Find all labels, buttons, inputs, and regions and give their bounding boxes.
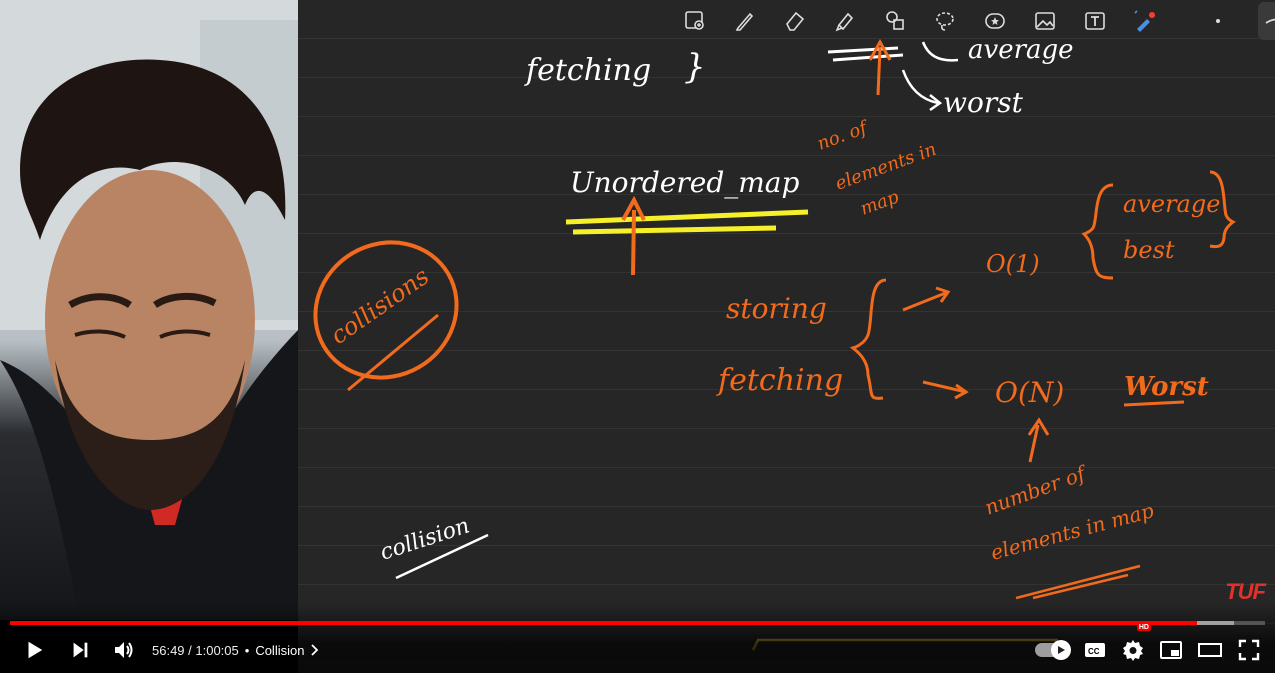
note-collisions: collisions <box>325 262 434 350</box>
chapter-separator: • <box>244 642 250 658</box>
note-best: best <box>1123 236 1175 264</box>
note-map: map <box>858 186 903 219</box>
video-player[interactable]: fetching } average worst no. of elements… <box>0 0 1275 673</box>
play-icon[interactable] <box>10 628 58 672</box>
note-oN: O(N) <box>995 376 1064 409</box>
next-icon[interactable] <box>58 628 102 672</box>
note-average: average <box>1123 190 1220 218</box>
note-number-of: number of <box>982 460 1092 520</box>
autoplay-play-icon <box>1058 646 1065 654</box>
progress-bar[interactable] <box>10 621 1265 625</box>
handwritten-notes: fetching } average worst no. of elements… <box>313 35 1236 651</box>
note-fetching-top: fetching <box>524 53 651 88</box>
note-worst: Worst <box>1124 372 1209 402</box>
hd-badge: HD <box>1136 624 1151 631</box>
note-elements-in: elements in <box>833 139 940 195</box>
right-controls: CC HD <box>1035 624 1261 672</box>
player-controls: 56:49 / 1:00:05 • Collision CC HD <box>0 624 1275 672</box>
miniplayer-icon[interactable] <box>1159 628 1183 672</box>
chapter-title[interactable]: • Collision <box>245 643 321 658</box>
settings-icon[interactable]: HD <box>1121 624 1151 672</box>
captions-icon[interactable]: CC <box>1083 628 1107 672</box>
note-no-of: no. of <box>815 116 873 154</box>
buffered-bar <box>1196 621 1235 625</box>
note-storing: storing <box>726 292 827 325</box>
volume-icon[interactable] <box>102 628 146 672</box>
note-fetching: fetching <box>716 363 843 398</box>
svg-text:CC: CC <box>1088 647 1100 656</box>
autoplay-toggle[interactable] <box>1035 640 1071 660</box>
note-worst-top: worst <box>943 86 1024 119</box>
note-collision: collision <box>377 513 473 565</box>
note-average-top: average <box>968 35 1074 65</box>
theater-icon[interactable] <box>1197 628 1223 672</box>
chevron-right-icon <box>311 644 319 656</box>
chapter-name: Collision <box>255 642 305 658</box>
time-display: 56:49 / 1:00:05 <box>152 642 239 658</box>
fullscreen-icon[interactable] <box>1237 628 1261 672</box>
webcam-feed <box>0 0 298 620</box>
note-o1: O(1) <box>986 250 1040 278</box>
note-unordered-map: Unordered_map <box>570 166 799 199</box>
autoplay-knob <box>1051 640 1071 660</box>
whiteboard-canvas[interactable]: fetching } average worst no. of elements… <box>298 0 1275 673</box>
note-brace-top: } <box>684 47 706 87</box>
channel-watermark: TUF <box>1225 579 1266 604</box>
played-bar <box>10 621 1197 625</box>
presenter-image <box>0 0 298 620</box>
